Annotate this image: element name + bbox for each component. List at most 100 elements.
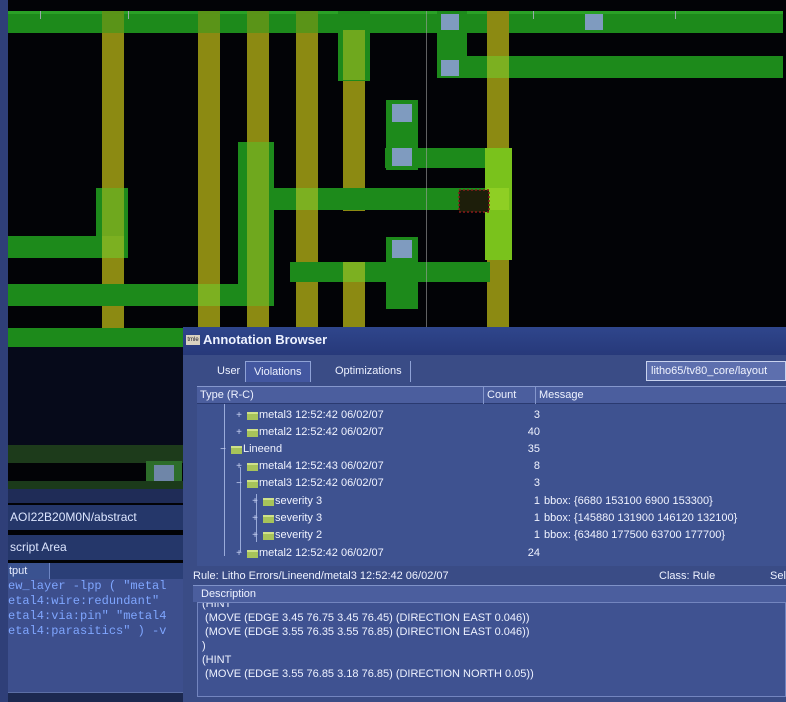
- layout-path-field[interactable]: litho65/tv80_core/layout: [646, 361, 786, 381]
- poly-metal-overlap: [296, 188, 318, 210]
- crosshair-line: [426, 11, 427, 329]
- output-line: etal4:wire:redundant": [8, 594, 160, 608]
- expander-icon[interactable]: +: [249, 511, 261, 526]
- expander-icon[interactable]: +: [249, 528, 261, 543]
- poly-metal-overlap: [343, 262, 365, 282]
- expander-icon[interactable]: −: [217, 442, 229, 457]
- script-area-label: script Area: [8, 535, 183, 560]
- tree-row-count: 1: [533, 512, 540, 524]
- tree-row-count: 8: [533, 460, 540, 472]
- tree-row-label: severity 2: [275, 529, 323, 541]
- sel-label: Sel: [770, 570, 786, 582]
- folder-icon: [247, 480, 258, 488]
- via-contact: [441, 60, 459, 76]
- violation-tree[interactable]: + metal3 12:52:42 06/02/07 3 + metal2 12…: [197, 404, 786, 566]
- folder-icon: [263, 532, 274, 540]
- expander-icon[interactable]: −: [233, 476, 245, 491]
- expander-icon[interactable]: +: [233, 408, 245, 423]
- expander-icon[interactable]: +: [233, 546, 245, 561]
- grid-tick: [533, 11, 534, 19]
- metal-wire: [8, 11, 783, 33]
- poly-metal-overlap: [343, 30, 365, 80]
- tab-user[interactable]: User: [209, 361, 248, 382]
- expander-icon[interactable]: +: [233, 425, 245, 440]
- tree-row-message: bbox: {63480 177500 63700 177700}: [544, 529, 726, 541]
- tree-row-count: 3: [533, 477, 540, 489]
- description-line: (HINT: [202, 654, 232, 666]
- output-tab[interactable]: tput: [8, 563, 50, 579]
- tree-row-count: 24: [527, 547, 540, 559]
- tree-row[interactable]: + metal4 12:52:43 06/02/07 8: [197, 459, 786, 474]
- poly-metal-overlap: [487, 56, 509, 78]
- folder-icon: [263, 515, 274, 523]
- tree-row-count: 1: [533, 529, 540, 541]
- title-bar[interactable]: tmle Annotation Browser: [183, 327, 786, 355]
- tree-row-label: severity 3: [275, 495, 323, 507]
- description-line: ): [202, 640, 206, 652]
- description-line: (MOVE (EDGE 3.45 76.75 3.45 76.45) (DIRE…: [202, 612, 530, 624]
- tree-row[interactable]: + metal2 12:52:42 06/02/07 40: [197, 425, 786, 440]
- grid-tick: [675, 11, 676, 19]
- column-header-type[interactable]: Type (R-C): [197, 387, 484, 404]
- grid-tick: [40, 11, 41, 19]
- poly-metal-overlap: [487, 188, 509, 210]
- output-line: ew_layer -lpp ( "metal: [8, 579, 167, 593]
- poly-metal-overlap: [102, 236, 124, 258]
- rule-info-bar: Rule: Litho Errors/Lineend/metal3 12:52:…: [193, 569, 786, 584]
- poly-metal-overlap: [198, 284, 220, 306]
- tab-violations[interactable]: Violations: [245, 361, 311, 382]
- tree-row-count: 40: [527, 426, 540, 438]
- violation-marker[interactable]: [458, 189, 490, 213]
- via-contact: [392, 104, 412, 122]
- tree-row-message: bbox: {6680 153100 6900 153300}: [544, 495, 713, 507]
- class-label: Class: Rule: [659, 570, 716, 582]
- column-header-count[interactable]: Count: [484, 387, 536, 404]
- description-line: (MOVE (EDGE 3.55 76.35 3.55 76.85) (DIRE…: [202, 626, 530, 638]
- column-header-message[interactable]: Message: [536, 387, 786, 404]
- cell-name-label: AOI22B20M0N/abstract: [8, 505, 183, 530]
- tree-row[interactable]: + metal3 12:52:42 06/02/07 3: [197, 408, 786, 423]
- tree-row-label: metal2 12:52:42 06/02/07: [259, 426, 384, 438]
- rule-text: Rule: Litho Errors/Lineend/metal3 12:52:…: [193, 570, 449, 582]
- tree-row-count: 1: [533, 495, 540, 507]
- tree-header: Type (R-C) Count Message: [197, 386, 786, 404]
- description-text-area[interactable]: (HINT (MOVE (EDGE 3.45 76.75 3.45 76.45)…: [197, 602, 786, 697]
- left-panel: AOI22B20M0N/abstract script Area tput ew…: [8, 325, 183, 702]
- tree-row-message: bbox: {145880 131900 146120 132100}: [544, 512, 738, 524]
- folder-icon: [247, 412, 258, 420]
- description-label: Description: [193, 585, 786, 602]
- folder-icon: [247, 463, 258, 471]
- tree-row[interactable]: + severity 2 1 bbox: {63480 177500 63700…: [197, 528, 786, 543]
- preview-strip-bottom: [8, 481, 183, 489]
- metal-wire-top-edge: [8, 11, 783, 14]
- folder-icon: [247, 429, 258, 437]
- tree-row[interactable]: − metal3 12:52:42 06/02/07 3: [197, 476, 786, 491]
- tree-row-label: severity 3: [275, 512, 323, 524]
- tree-row[interactable]: + metal2 12:52:42 06/02/07 24: [197, 546, 786, 561]
- poly-metal-overlap: [247, 142, 269, 306]
- tab-optimizations[interactable]: Optimizations: [327, 361, 411, 382]
- poly-metal-overlap: [102, 11, 124, 33]
- tree-row[interactable]: + severity 3 1 bbox: {145880 131900 1461…: [197, 511, 786, 526]
- window-title: Annotation Browser: [203, 332, 328, 347]
- layout-preview-area: [8, 347, 183, 445]
- poly-stripe: [198, 11, 220, 329]
- tree-row-label: metal4 12:52:43 06/02/07: [259, 460, 384, 472]
- tree-row[interactable]: − Lineend 35: [197, 442, 786, 457]
- app-icon: tmle: [186, 335, 200, 345]
- folder-icon: [247, 550, 258, 558]
- via-contact: [392, 148, 412, 166]
- poly-metal-overlap: [198, 11, 220, 33]
- tree-row-label: metal2 12:52:42 06/02/07: [259, 547, 384, 559]
- poly-stripe: [102, 11, 124, 329]
- folder-icon: [263, 498, 274, 506]
- script-output[interactable]: ew_layer -lpp ( "metal etal4:wire:redund…: [8, 579, 183, 692]
- folder-icon: [231, 446, 242, 454]
- expander-icon[interactable]: +: [233, 459, 245, 474]
- poly-metal-overlap: [296, 11, 318, 33]
- poly-metal-overlap: [247, 11, 269, 33]
- scroll-strip[interactable]: [8, 489, 183, 503]
- description-line: (HINT: [202, 602, 232, 610]
- tree-row[interactable]: + severity 3 1 bbox: {6680 153100 6900 1…: [197, 494, 786, 509]
- expander-icon[interactable]: +: [249, 494, 261, 509]
